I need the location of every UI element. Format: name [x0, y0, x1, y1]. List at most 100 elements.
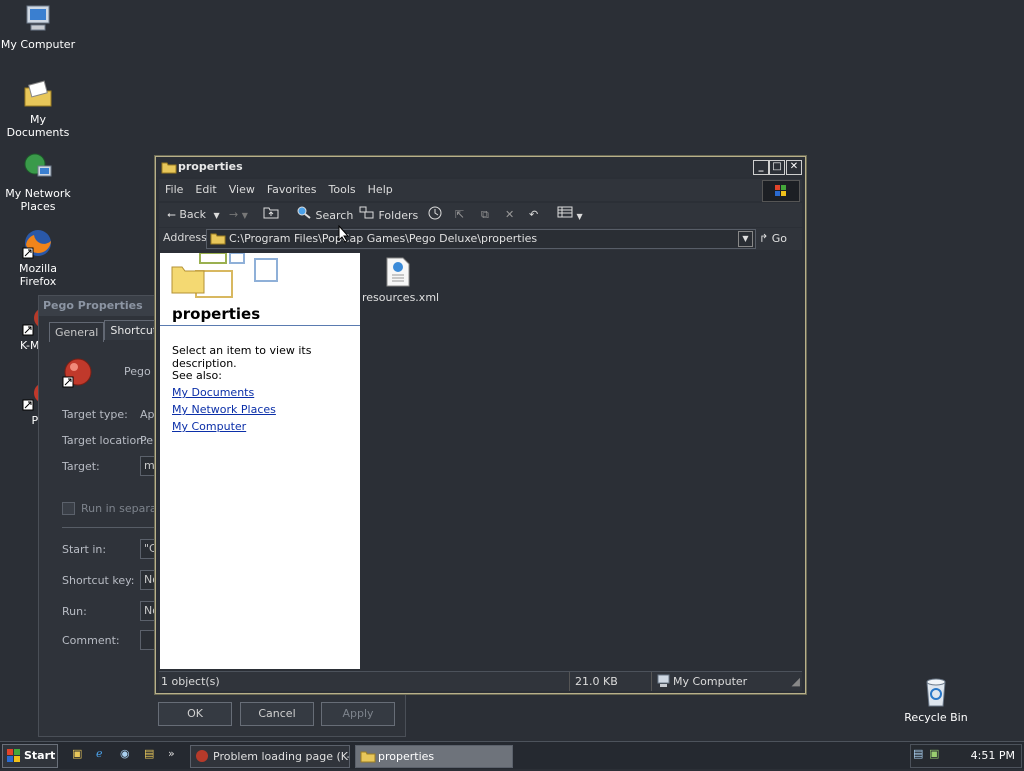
history-button[interactable] — [427, 205, 443, 225]
xml-file-icon — [385, 257, 411, 287]
show-desktop-icon[interactable]: ▣ — [72, 747, 82, 760]
toolbar: ⭠ Back ▼ → ▼ Search Folders ⇱ ⧉ ✕ ↶ ▼ — [159, 203, 802, 227]
status-bar: 1 object(s) 21.0 KB My Computer ◢ — [159, 671, 802, 691]
status-divider — [569, 672, 570, 691]
windows-media-icon[interactable]: ◉ — [120, 747, 130, 760]
back-arrow-icon: ⭠ — [167, 208, 176, 221]
clock[interactable]: 4:51 PM — [971, 749, 1015, 762]
dialog-tabs: General Shortcut — [49, 320, 164, 342]
file-item[interactable]: resources.xml — [362, 257, 439, 304]
desktop-icon-recycle-bin[interactable]: Recycle Bin — [898, 676, 974, 724]
folders-button[interactable]: Folders — [359, 205, 418, 225]
folder-icon — [210, 232, 226, 251]
documents-folder-icon — [22, 78, 54, 110]
desktop-icon-my-network-places[interactable]: My Network Places — [0, 152, 76, 213]
move-to-button[interactable]: ⇱ — [455, 205, 464, 225]
computer-icon — [22, 3, 54, 35]
folder-icon — [161, 161, 177, 181]
resize-grip-icon[interactable]: ◢ — [792, 672, 800, 691]
minimize-button[interactable]: _ — [753, 160, 769, 175]
forward-button[interactable]: → ▼ — [229, 205, 248, 225]
link-my-computer[interactable]: My Computer — [172, 420, 246, 433]
status-location: My Computer — [673, 675, 748, 688]
tab-general[interactable]: General — [49, 322, 105, 342]
cancel-button[interactable]: Cancel — [240, 702, 314, 726]
pane-divider — [160, 325, 360, 326]
start-in-label: Start in: — [62, 543, 107, 556]
taskbar-button-k-meleon[interactable]: Problem loading page (K-... — [190, 745, 350, 768]
window-titlebar[interactable]: properties _ □ ✕ — [156, 157, 805, 177]
desktop-icon-label: Recycle Bin — [904, 711, 968, 724]
menu-view[interactable]: View — [223, 179, 261, 201]
ie-icon[interactable]: ℯ — [96, 747, 103, 760]
run-label: Run: — [62, 605, 87, 618]
target-location-value: Pe — [140, 434, 154, 447]
menu-tools[interactable]: Tools — [323, 179, 362, 201]
up-folder-icon — [263, 207, 279, 219]
desktop-icon-label: My Computer — [0, 38, 76, 51]
desktop-icon-mozilla-firefox[interactable]: Mozilla Firefox — [0, 227, 76, 288]
address-value: C:\Program Files\PopCap Games\Pego Delux… — [229, 232, 538, 245]
address-input[interactable]: C:\Program Files\PopCap Games\Pego Delux… — [206, 229, 756, 249]
chevron-down-icon: ▼ — [576, 212, 583, 221]
go-button[interactable]: ↱ Go — [759, 230, 787, 248]
copy-to-button[interactable]: ⧉ — [481, 205, 489, 225]
start-button[interactable]: Start — [2, 744, 58, 768]
link-my-network-places[interactable]: My Network Places — [172, 403, 276, 416]
folders-label: Folders — [378, 209, 419, 222]
shortcut-key-label: Shortcut key: — [62, 574, 135, 587]
views-button[interactable]: ▼ — [557, 205, 583, 225]
desktop-icon-label: Mozilla Firefox — [19, 262, 57, 288]
menu-file[interactable]: File — [159, 179, 189, 201]
address-dropdown-button[interactable]: ▼ — [738, 231, 753, 247]
desktop-icon-label: My Network Places — [5, 187, 71, 213]
ok-button[interactable]: OK — [158, 702, 232, 726]
chevron-right-icon[interactable]: » — [168, 747, 175, 760]
window-title: properties — [178, 160, 243, 173]
explorer-icon[interactable]: ▤ — [144, 747, 154, 760]
network-tray-icon[interactable]: ▤ — [913, 747, 923, 760]
back-button[interactable]: ⭠ Back ▼ — [167, 205, 220, 225]
menu-edit[interactable]: Edit — [189, 179, 222, 201]
network-icon — [22, 152, 54, 184]
run-separate-checkbox[interactable] — [62, 502, 75, 515]
comment-label: Comment: — [62, 634, 120, 647]
task-label: properties — [378, 750, 435, 763]
up-folder-button[interactable] — [263, 205, 279, 225]
see-also-label: See also: — [172, 369, 222, 382]
menu-bar: File Edit View Favorites Tools Help — [159, 179, 802, 202]
details-pane: properties Select an item to view its de… — [160, 252, 360, 669]
desktop-icon-my-documents[interactable]: My Documents — [0, 78, 76, 139]
update-tray-icon[interactable]: ▣ — [929, 747, 939, 760]
system-tray: ▤ ▣ 4:51 PM — [910, 744, 1022, 768]
taskbar-button-properties[interactable]: properties — [355, 745, 513, 768]
link-my-documents[interactable]: My Documents — [172, 386, 254, 399]
desktop-icon-my-computer[interactable]: My Computer — [0, 3, 76, 51]
taskbar: Start ▣ ℯ ◉ ▤ » Problem loading page (K-… — [0, 741, 1024, 769]
maximize-button[interactable]: □ — [769, 160, 785, 175]
explorer-window: properties _ □ ✕ File Edit View Favorites To… — [155, 156, 806, 694]
address-label: Address — [163, 231, 207, 244]
history-icon — [428, 206, 442, 220]
search-icon — [296, 206, 316, 222]
apply-button[interactable]: Apply — [321, 702, 395, 726]
file-list: resources.xml — [338, 224, 802, 669]
search-button[interactable]: Search — [296, 205, 353, 225]
target-label: Target: — [62, 460, 100, 473]
menu-favorites[interactable]: Favorites — [261, 179, 323, 201]
address-bar: Address C:\Program Files\PopCap Games\Pe… — [159, 228, 802, 250]
desktop-icon-label: My Documents — [6, 113, 70, 139]
k-meleon-icon — [195, 749, 209, 767]
menu-help[interactable]: Help — [362, 179, 399, 201]
target-type-label: Target type: — [62, 408, 128, 421]
folder-icon — [360, 749, 376, 767]
folders-icon — [359, 206, 379, 222]
task-label: Problem loading page (K-... — [213, 750, 350, 763]
undo-button[interactable]: ↶ — [529, 205, 538, 225]
views-icon — [557, 206, 573, 218]
app-name: Pego — [124, 365, 151, 378]
search-label: Search — [315, 209, 354, 222]
close-button[interactable]: ✕ — [786, 160, 802, 175]
delete-button[interactable]: ✕ — [505, 205, 514, 225]
quick-launch: ▣ ℯ ◉ ▤ » — [64, 747, 184, 765]
